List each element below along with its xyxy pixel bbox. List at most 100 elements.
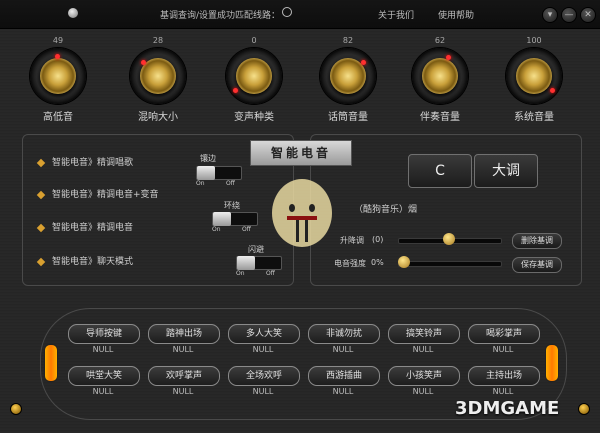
knob-label: 伴奏音量 bbox=[420, 112, 460, 123]
sound-button[interactable]: 导师按键 bbox=[68, 324, 140, 344]
knob-accompaniment-volume[interactable]: 62 伴奏音量 bbox=[400, 36, 480, 126]
sound-slot-null: NULL bbox=[172, 387, 194, 396]
key-note-display[interactable]: C bbox=[408, 154, 472, 188]
screw-icon bbox=[10, 403, 22, 415]
toggle-ducking[interactable]: On Off bbox=[236, 256, 282, 278]
knob-mic-volume[interactable]: 82 话筒音量 bbox=[308, 36, 388, 126]
knob-label: 系统音量 bbox=[514, 112, 554, 123]
status-text: 基调查询/设置成功 bbox=[160, 11, 236, 21]
knob-value: 62 bbox=[434, 36, 446, 45]
diamond-icon bbox=[36, 223, 46, 232]
sound-button[interactable]: 西游插曲 bbox=[308, 366, 380, 386]
mode-item-chat[interactable]: 智能电音》聊天模式 bbox=[36, 254, 133, 267]
mode-label: 智能电音》精调唱歌 bbox=[52, 158, 134, 168]
knob-value: 82 bbox=[342, 36, 354, 45]
knob-cap-icon bbox=[516, 58, 552, 94]
about-link[interactable]: 关于我们 bbox=[378, 8, 414, 21]
diamond-icon bbox=[36, 257, 46, 266]
sound-button[interactable]: 喝彩掌声 bbox=[468, 324, 540, 344]
save-key-button[interactable]: 保存基调 bbox=[512, 257, 562, 273]
sound-slot-null: NULL bbox=[92, 345, 114, 354]
sound-slot-null: NULL bbox=[252, 345, 274, 354]
close-icon[interactable]: ✕ bbox=[580, 7, 596, 23]
knob-indicator-icon bbox=[446, 55, 451, 60]
intensity-slider-thumb[interactable] bbox=[398, 256, 410, 268]
mode-item-voice-change[interactable]: 智能电音》精调电音+变音 bbox=[36, 187, 159, 200]
mascot-icon bbox=[272, 179, 332, 247]
sound-button[interactable]: 搞笑铃声 bbox=[388, 324, 460, 344]
toggle-flanger-label: 镶边 bbox=[200, 154, 216, 163]
song-title: （酷狗音乐）烟 bbox=[354, 205, 418, 215]
knob-voice-type[interactable]: 0 变声种类 bbox=[214, 36, 294, 126]
knob-indicator-icon bbox=[361, 60, 366, 65]
sound-slot-null: NULL bbox=[412, 345, 434, 354]
watermark: 3DMGAME bbox=[455, 398, 560, 419]
delete-key-button[interactable]: 删除基调 bbox=[512, 233, 562, 249]
dropdown-menu-icon[interactable]: ▾ bbox=[542, 7, 558, 23]
help-link[interactable]: 使用帮助 bbox=[438, 8, 474, 21]
knob-indicator-icon bbox=[233, 88, 238, 93]
app-logo-icon bbox=[68, 8, 78, 18]
toggle-off-label: Off bbox=[266, 270, 275, 277]
knob-value: 0 bbox=[251, 36, 257, 45]
sound-slot-null: NULL bbox=[332, 345, 354, 354]
toggle-off-label: Off bbox=[242, 226, 251, 233]
title-plate: 智能电音 bbox=[250, 140, 352, 166]
sound-button[interactable]: 小孩笑声 bbox=[388, 366, 460, 386]
sound-slot-null: NULL bbox=[252, 387, 274, 396]
mode-item-electro[interactable]: 智能电音》精调电音 bbox=[36, 220, 134, 233]
pitch-value: (0) bbox=[372, 235, 384, 244]
knob-label: 高低音 bbox=[43, 112, 73, 123]
sound-slot-null: NULL bbox=[492, 387, 514, 396]
knob-cap-icon bbox=[40, 58, 76, 94]
sound-slot-null: NULL bbox=[332, 387, 354, 396]
mode-item-sing[interactable]: 智能电音》精调唱歌 bbox=[36, 155, 134, 168]
knob-indicator-icon bbox=[141, 60, 146, 65]
sound-button[interactable]: 欢呼掌声 bbox=[148, 366, 220, 386]
toggle-handle bbox=[237, 256, 255, 270]
knob-value: 49 bbox=[52, 36, 64, 45]
toggle-off-label: Off bbox=[226, 180, 235, 187]
right-slot-icon bbox=[545, 344, 559, 382]
knob-cap-icon bbox=[422, 58, 458, 94]
line-match-label: 匹配线路： bbox=[235, 11, 281, 21]
toggle-on-label: On bbox=[212, 226, 221, 233]
app-window: 基调查询/设置成功 匹配线路： 关于我们 使用帮助 ▾ — ✕ 49 高低音 2… bbox=[0, 0, 600, 433]
mode-label: 智能电音》精调电音+变音 bbox=[52, 190, 159, 200]
diamond-icon bbox=[36, 190, 46, 199]
key-scale-display[interactable]: 大调 bbox=[474, 154, 538, 188]
toggle-handle bbox=[213, 212, 231, 226]
sound-button[interactable]: 非诚勿扰 bbox=[308, 324, 380, 344]
knob-system-volume[interactable]: 100 系统音量 bbox=[494, 36, 574, 126]
sound-button[interactable]: 全场欢呼 bbox=[228, 366, 300, 386]
pitch-label: 升降调 bbox=[340, 236, 364, 245]
sound-button[interactable]: 哄堂大笑 bbox=[68, 366, 140, 386]
mode-label: 智能电音》精调电音 bbox=[52, 223, 134, 233]
knob-indicator-icon bbox=[55, 54, 60, 59]
knob-value: 100 bbox=[526, 36, 542, 45]
intensity-slider-track[interactable] bbox=[398, 261, 502, 267]
knob-label: 话筒音量 bbox=[328, 112, 368, 123]
knob-reverb-size[interactable]: 28 混响大小 bbox=[118, 36, 198, 126]
top-bar: 基调查询/设置成功 匹配线路： 关于我们 使用帮助 ▾ — ✕ bbox=[0, 0, 600, 29]
minimize-icon[interactable]: — bbox=[561, 7, 577, 23]
sound-slot-null: NULL bbox=[412, 387, 434, 396]
knob-bass-treble[interactable]: 49 高低音 bbox=[18, 36, 98, 126]
toggle-flanger[interactable]: On Off bbox=[196, 166, 242, 188]
screw-icon bbox=[578, 403, 590, 415]
sound-button[interactable]: 多人大笑 bbox=[228, 324, 300, 344]
pitch-slider-thumb[interactable] bbox=[443, 233, 455, 245]
sound-button[interactable]: 主持出场 bbox=[468, 366, 540, 386]
sound-slot-null: NULL bbox=[172, 345, 194, 354]
toggle-surround[interactable]: On Off bbox=[212, 212, 258, 234]
knob-indicator-icon bbox=[550, 88, 555, 93]
intensity-value: 0% bbox=[371, 258, 384, 267]
knob-label: 混响大小 bbox=[138, 112, 178, 123]
knob-label: 变声种类 bbox=[234, 112, 274, 123]
left-slot-icon bbox=[44, 344, 58, 382]
knob-cap-icon bbox=[236, 58, 272, 94]
sound-slot-null: NULL bbox=[92, 387, 114, 396]
info-icon[interactable] bbox=[282, 7, 292, 17]
sound-button[interactable]: 踏神出场 bbox=[148, 324, 220, 344]
toggle-handle bbox=[197, 166, 215, 180]
